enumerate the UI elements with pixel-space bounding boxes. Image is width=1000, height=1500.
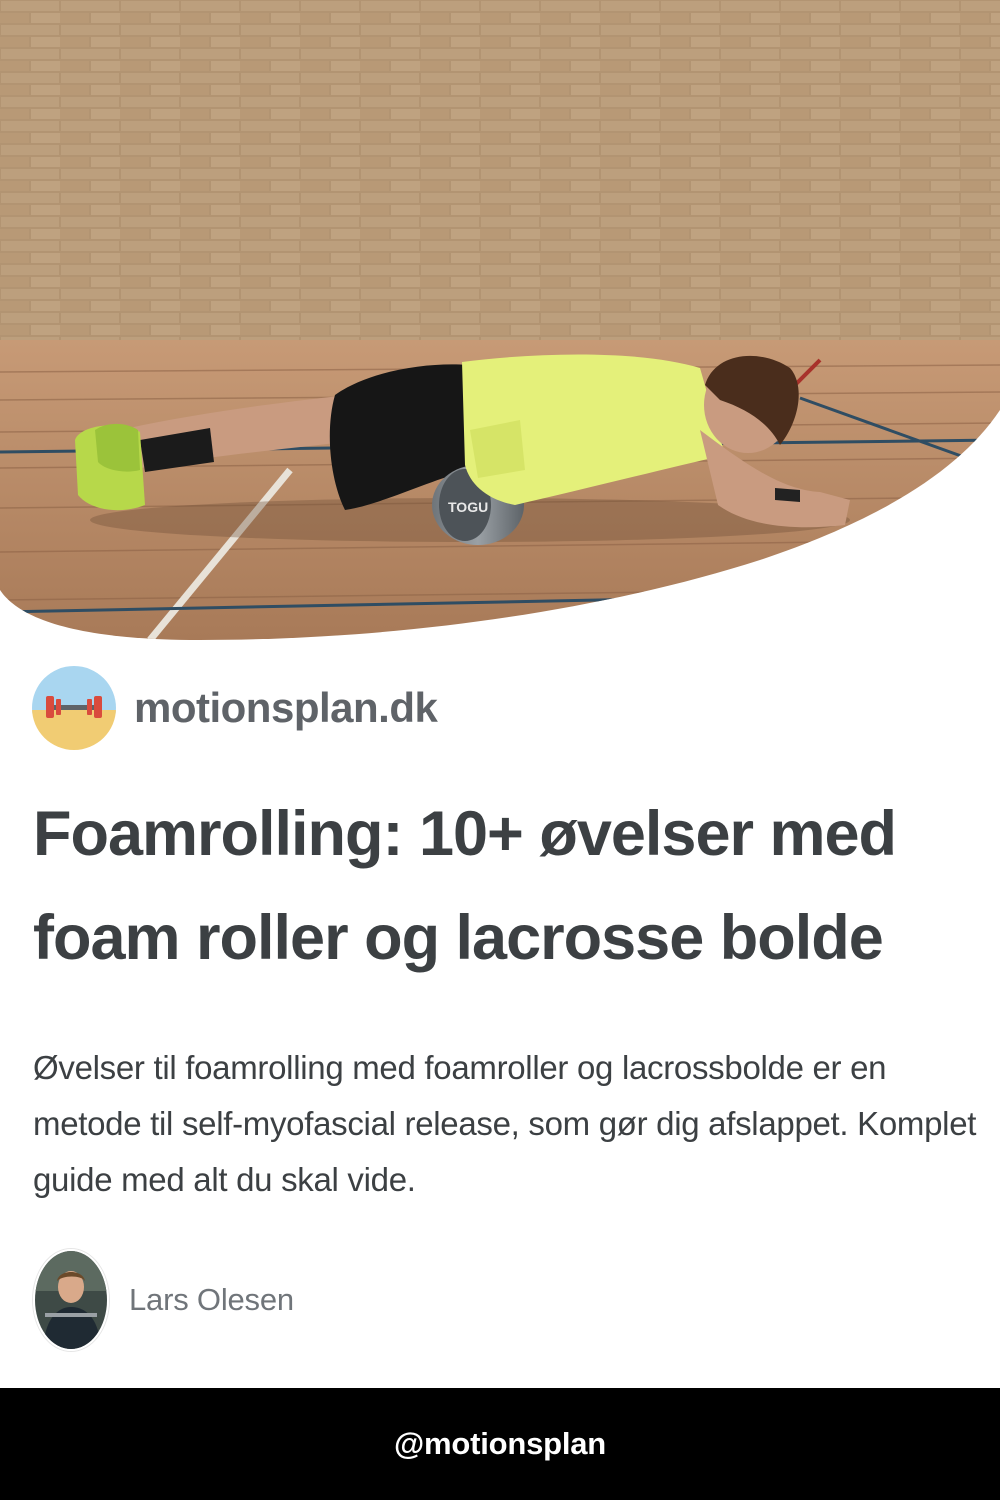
site-brand[interactable]: motionsplan.dk	[32, 666, 438, 750]
author-avatar[interactable]	[33, 1249, 109, 1351]
hero-image: TOGU	[0, 0, 1000, 640]
author-name[interactable]: Lars Olesen	[129, 1282, 294, 1318]
site-name[interactable]: motionsplan.dk	[134, 684, 438, 732]
article-description: Øvelser til foamrolling med foamroller o…	[33, 1049, 977, 1198]
article-title[interactable]: Foamrolling: 10+ øvelser med foam roller…	[33, 782, 973, 990]
author-byline[interactable]: Lars Olesen	[33, 1249, 294, 1351]
svg-text:TOGU: TOGU	[448, 499, 488, 515]
social-handle[interactable]: @motionsplan	[394, 1426, 606, 1462]
barbell-beach-icon	[32, 666, 116, 750]
footer-bar: @motionsplan	[0, 1388, 1000, 1500]
